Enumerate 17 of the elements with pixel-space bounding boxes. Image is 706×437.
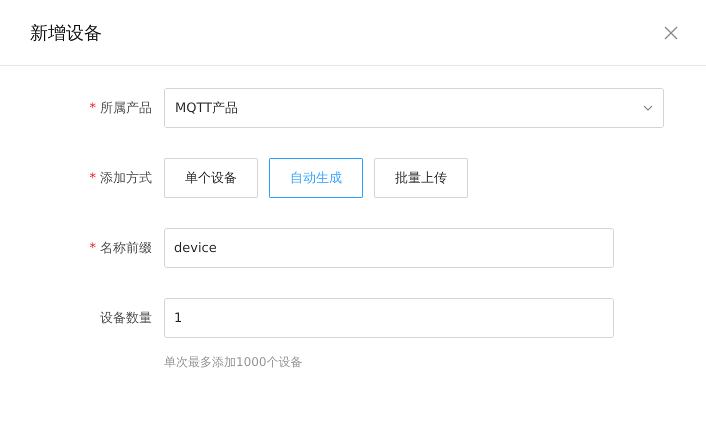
- chevron-down-icon: [643, 105, 653, 111]
- field-label: 添加方式: [100, 170, 152, 187]
- mode-option[interactable]: 批量上传: [374, 158, 468, 198]
- required-mark: *: [90, 240, 96, 256]
- mode-option[interactable]: 单个设备: [164, 158, 258, 198]
- select-value: MQTT产品: [175, 100, 238, 117]
- field-label: 设备数量: [100, 310, 152, 327]
- close-icon[interactable]: [664, 26, 678, 40]
- field-label: 所属产品: [100, 100, 152, 117]
- required-mark: *: [90, 170, 96, 186]
- field-label: 名称前缀: [100, 240, 152, 257]
- hint-text: 单次最多添加1000个设备: [164, 354, 304, 371]
- required-mark: *: [90, 100, 96, 116]
- input-field[interactable]: device: [164, 228, 614, 268]
- product-select[interactable]: MQTT产品: [164, 88, 664, 128]
- dialog-title: 新增设备: [30, 22, 102, 44]
- input-field[interactable]: 1: [164, 298, 614, 338]
